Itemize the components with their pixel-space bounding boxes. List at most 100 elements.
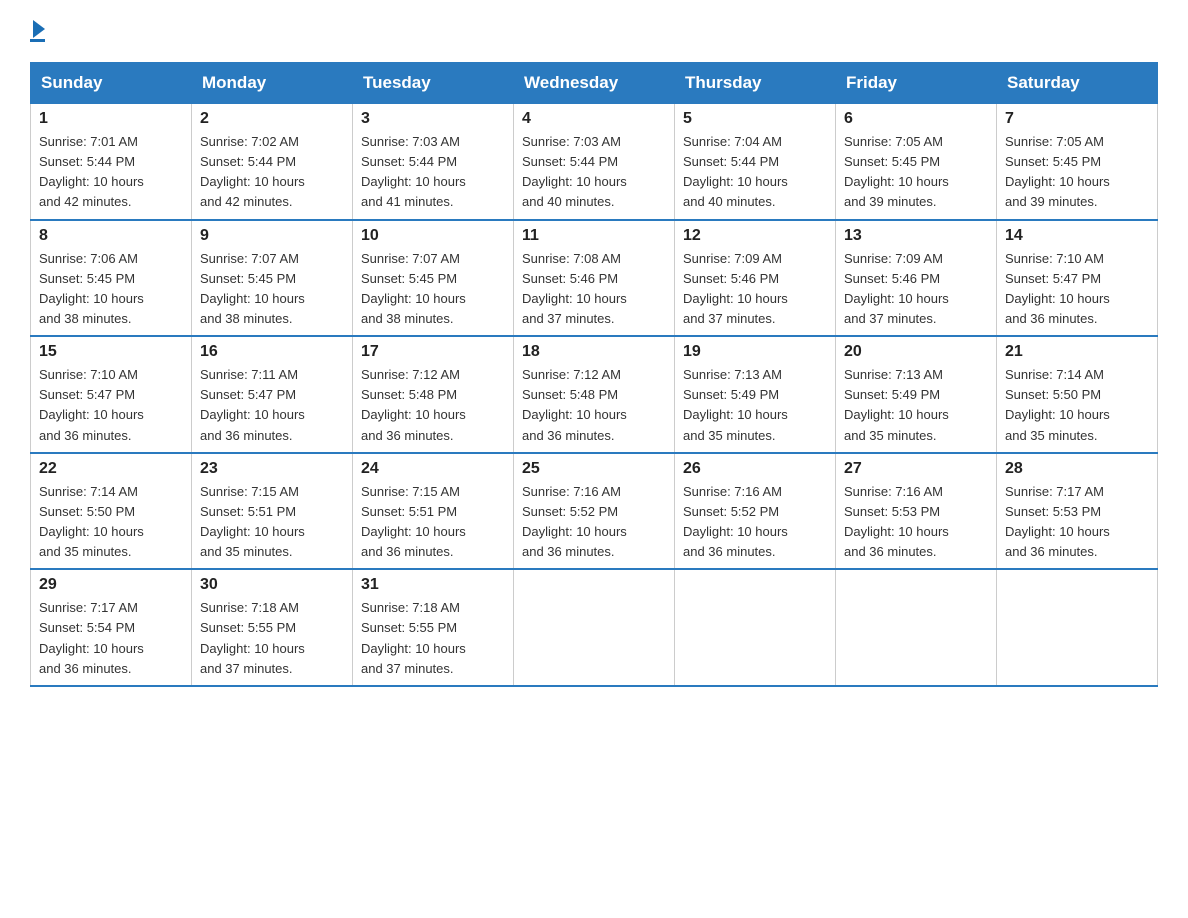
day-info: Sunrise: 7:15 AMSunset: 5:51 PMDaylight:… <box>200 484 305 559</box>
table-row: 31 Sunrise: 7:18 AMSunset: 5:55 PMDaylig… <box>353 569 514 686</box>
day-info: Sunrise: 7:12 AMSunset: 5:48 PMDaylight:… <box>361 367 466 442</box>
table-row: 24 Sunrise: 7:15 AMSunset: 5:51 PMDaylig… <box>353 453 514 570</box>
header-sunday: Sunday <box>31 63 192 104</box>
day-number: 14 <box>1005 227 1149 245</box>
table-row: 27 Sunrise: 7:16 AMSunset: 5:53 PMDaylig… <box>836 453 997 570</box>
day-number: 25 <box>522 460 666 478</box>
day-number: 7 <box>1005 110 1149 128</box>
day-number: 18 <box>522 343 666 361</box>
day-info: Sunrise: 7:14 AMSunset: 5:50 PMDaylight:… <box>39 484 144 559</box>
header-tuesday: Tuesday <box>353 63 514 104</box>
table-row: 1 Sunrise: 7:01 AMSunset: 5:44 PMDayligh… <box>31 104 192 220</box>
day-info: Sunrise: 7:05 AMSunset: 5:45 PMDaylight:… <box>1005 134 1110 209</box>
table-row <box>514 569 675 686</box>
table-row: 3 Sunrise: 7:03 AMSunset: 5:44 PMDayligh… <box>353 104 514 220</box>
calendar-header-row: SundayMondayTuesdayWednesdayThursdayFrid… <box>31 63 1158 104</box>
day-number: 29 <box>39 576 183 594</box>
day-number: 4 <box>522 110 666 128</box>
day-info: Sunrise: 7:13 AMSunset: 5:49 PMDaylight:… <box>844 367 949 442</box>
table-row: 21 Sunrise: 7:14 AMSunset: 5:50 PMDaylig… <box>997 336 1158 453</box>
day-info: Sunrise: 7:06 AMSunset: 5:45 PMDaylight:… <box>39 251 144 326</box>
table-row: 22 Sunrise: 7:14 AMSunset: 5:50 PMDaylig… <box>31 453 192 570</box>
table-row: 29 Sunrise: 7:17 AMSunset: 5:54 PMDaylig… <box>31 569 192 686</box>
table-row: 6 Sunrise: 7:05 AMSunset: 5:45 PMDayligh… <box>836 104 997 220</box>
day-number: 31 <box>361 576 505 594</box>
day-number: 16 <box>200 343 344 361</box>
day-number: 21 <box>1005 343 1149 361</box>
day-info: Sunrise: 7:17 AMSunset: 5:53 PMDaylight:… <box>1005 484 1110 559</box>
day-number: 28 <box>1005 460 1149 478</box>
day-info: Sunrise: 7:05 AMSunset: 5:45 PMDaylight:… <box>844 134 949 209</box>
table-row: 9 Sunrise: 7:07 AMSunset: 5:45 PMDayligh… <box>192 220 353 337</box>
day-info: Sunrise: 7:10 AMSunset: 5:47 PMDaylight:… <box>39 367 144 442</box>
day-number: 6 <box>844 110 988 128</box>
day-number: 20 <box>844 343 988 361</box>
day-info: Sunrise: 7:12 AMSunset: 5:48 PMDaylight:… <box>522 367 627 442</box>
day-number: 1 <box>39 110 183 128</box>
day-number: 26 <box>683 460 827 478</box>
day-number: 19 <box>683 343 827 361</box>
table-row: 23 Sunrise: 7:15 AMSunset: 5:51 PMDaylig… <box>192 453 353 570</box>
day-number: 13 <box>844 227 988 245</box>
day-info: Sunrise: 7:09 AMSunset: 5:46 PMDaylight:… <box>844 251 949 326</box>
day-info: Sunrise: 7:18 AMSunset: 5:55 PMDaylight:… <box>361 600 466 675</box>
table-row: 28 Sunrise: 7:17 AMSunset: 5:53 PMDaylig… <box>997 453 1158 570</box>
day-number: 24 <box>361 460 505 478</box>
logo-blue <box>30 20 45 38</box>
header-saturday: Saturday <box>997 63 1158 104</box>
header-wednesday: Wednesday <box>514 63 675 104</box>
calendar-table: SundayMondayTuesdayWednesdayThursdayFrid… <box>30 62 1158 687</box>
day-info: Sunrise: 7:16 AMSunset: 5:52 PMDaylight:… <box>683 484 788 559</box>
table-row: 14 Sunrise: 7:10 AMSunset: 5:47 PMDaylig… <box>997 220 1158 337</box>
header-friday: Friday <box>836 63 997 104</box>
day-info: Sunrise: 7:04 AMSunset: 5:44 PMDaylight:… <box>683 134 788 209</box>
logo-underline <box>30 39 45 42</box>
table-row: 30 Sunrise: 7:18 AMSunset: 5:55 PMDaylig… <box>192 569 353 686</box>
table-row: 15 Sunrise: 7:10 AMSunset: 5:47 PMDaylig… <box>31 336 192 453</box>
table-row: 8 Sunrise: 7:06 AMSunset: 5:45 PMDayligh… <box>31 220 192 337</box>
day-info: Sunrise: 7:03 AMSunset: 5:44 PMDaylight:… <box>522 134 627 209</box>
day-info: Sunrise: 7:07 AMSunset: 5:45 PMDaylight:… <box>200 251 305 326</box>
day-info: Sunrise: 7:03 AMSunset: 5:44 PMDaylight:… <box>361 134 466 209</box>
table-row <box>997 569 1158 686</box>
day-info: Sunrise: 7:16 AMSunset: 5:53 PMDaylight:… <box>844 484 949 559</box>
day-info: Sunrise: 7:01 AMSunset: 5:44 PMDaylight:… <box>39 134 144 209</box>
table-row: 17 Sunrise: 7:12 AMSunset: 5:48 PMDaylig… <box>353 336 514 453</box>
day-number: 12 <box>683 227 827 245</box>
day-number: 23 <box>200 460 344 478</box>
day-number: 30 <box>200 576 344 594</box>
day-info: Sunrise: 7:09 AMSunset: 5:46 PMDaylight:… <box>683 251 788 326</box>
table-row <box>836 569 997 686</box>
day-number: 17 <box>361 343 505 361</box>
table-row: 25 Sunrise: 7:16 AMSunset: 5:52 PMDaylig… <box>514 453 675 570</box>
header-thursday: Thursday <box>675 63 836 104</box>
table-row: 13 Sunrise: 7:09 AMSunset: 5:46 PMDaylig… <box>836 220 997 337</box>
page-header <box>30 20 1158 42</box>
logo <box>30 20 45 42</box>
table-row: 4 Sunrise: 7:03 AMSunset: 5:44 PMDayligh… <box>514 104 675 220</box>
day-info: Sunrise: 7:18 AMSunset: 5:55 PMDaylight:… <box>200 600 305 675</box>
day-info: Sunrise: 7:10 AMSunset: 5:47 PMDaylight:… <box>1005 251 1110 326</box>
table-row: 5 Sunrise: 7:04 AMSunset: 5:44 PMDayligh… <box>675 104 836 220</box>
calendar-week-4: 22 Sunrise: 7:14 AMSunset: 5:50 PMDaylig… <box>31 453 1158 570</box>
day-number: 2 <box>200 110 344 128</box>
day-info: Sunrise: 7:13 AMSunset: 5:49 PMDaylight:… <box>683 367 788 442</box>
day-number: 27 <box>844 460 988 478</box>
day-info: Sunrise: 7:07 AMSunset: 5:45 PMDaylight:… <box>361 251 466 326</box>
day-number: 22 <box>39 460 183 478</box>
table-row: 20 Sunrise: 7:13 AMSunset: 5:49 PMDaylig… <box>836 336 997 453</box>
table-row: 16 Sunrise: 7:11 AMSunset: 5:47 PMDaylig… <box>192 336 353 453</box>
day-number: 9 <box>200 227 344 245</box>
day-info: Sunrise: 7:11 AMSunset: 5:47 PMDaylight:… <box>200 367 305 442</box>
table-row: 12 Sunrise: 7:09 AMSunset: 5:46 PMDaylig… <box>675 220 836 337</box>
day-number: 15 <box>39 343 183 361</box>
day-number: 5 <box>683 110 827 128</box>
header-monday: Monday <box>192 63 353 104</box>
day-info: Sunrise: 7:02 AMSunset: 5:44 PMDaylight:… <box>200 134 305 209</box>
day-number: 3 <box>361 110 505 128</box>
day-number: 8 <box>39 227 183 245</box>
table-row <box>675 569 836 686</box>
table-row: 2 Sunrise: 7:02 AMSunset: 5:44 PMDayligh… <box>192 104 353 220</box>
table-row: 7 Sunrise: 7:05 AMSunset: 5:45 PMDayligh… <box>997 104 1158 220</box>
day-info: Sunrise: 7:17 AMSunset: 5:54 PMDaylight:… <box>39 600 144 675</box>
